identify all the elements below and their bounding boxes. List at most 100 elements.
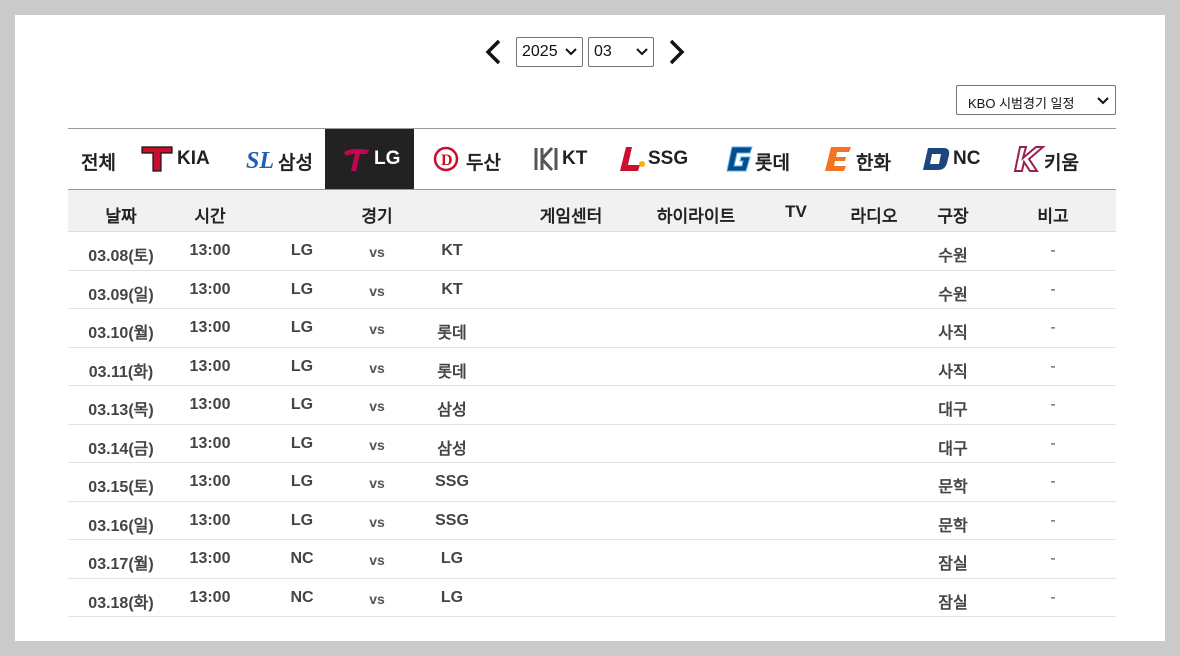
home-team: SSG: [435, 511, 469, 529]
game-date: 03.18(화): [88, 594, 154, 612]
header-stadium: 구장: [937, 207, 969, 226]
team-tab-label: 키움: [1044, 153, 1079, 174]
team-tab-label: 삼성: [278, 153, 313, 174]
stadium-name: 잠실: [938, 594, 968, 612]
stadium-name: 대구: [938, 402, 968, 419]
team-tab-label: 전체: [81, 153, 116, 174]
team-tab-doosan[interactable]: D 두산: [424, 129, 512, 189]
chevron-down-icon: [636, 48, 648, 56]
stadium-name: 문학: [938, 517, 968, 535]
versus-label: vs: [369, 513, 385, 530]
header-radio: 라디오: [850, 207, 898, 226]
team-tab-kia[interactable]: KIA: [130, 129, 218, 189]
nc-dinos-logo-icon: [923, 148, 950, 170]
kia-tigers-logo-icon: [141, 146, 173, 172]
table-row: 03.08(토) 13:00 LG vs KT 수원 -: [68, 232, 1116, 271]
hanwha-eagles-logo-icon: [825, 147, 851, 171]
away-team: LG: [290, 473, 314, 490]
game-date: 03.11(화): [88, 363, 154, 381]
team-tab-hanwha[interactable]: 한화: [814, 129, 902, 189]
home-team: 롯데: [437, 325, 467, 342]
versus-label: vs: [369, 475, 385, 491]
table-row: 03.18(화) 13:00 NC vs LG 잠실 -: [68, 579, 1116, 617]
game-time: 13:00: [189, 242, 231, 259]
home-team: 삼성: [437, 440, 467, 458]
away-team: LG: [290, 357, 314, 375]
game-date: 03.13(목): [88, 402, 154, 419]
note-value: -: [1050, 434, 1056, 452]
team-tab-label: LG: [374, 148, 401, 169]
note-value: -: [1050, 319, 1056, 336]
versus-label: vs: [369, 552, 385, 568]
table-row: 03.11(화) 13:00 LG vs 롯데 사직 -: [68, 348, 1116, 386]
next-month-button[interactable]: [665, 39, 687, 65]
note-value: -: [1050, 588, 1056, 606]
month-value: 03: [594, 43, 612, 60]
table-row: 03.09(일) 13:00 LG vs KT 수원 -: [68, 271, 1116, 309]
chevron-down-icon: [565, 48, 577, 56]
game-time: 13:00: [189, 473, 231, 490]
versus-label: vs: [369, 590, 385, 607]
schedule-type-select[interactable]: KBO 시범경기 일정: [956, 85, 1116, 115]
team-tab-lotte[interactable]: 롯데: [714, 129, 802, 189]
away-team: LG: [290, 434, 314, 452]
game-date: 03.15(토): [88, 479, 154, 496]
home-team: KT: [441, 280, 463, 298]
game-date: 03.17(월): [88, 556, 154, 573]
stadium-name: 사직: [938, 325, 968, 342]
away-team: LG: [290, 242, 314, 259]
game-date: 03.10(월): [88, 325, 154, 342]
away-team: LG: [290, 511, 314, 529]
table-body: 03.08(토) 13:00 LG vs KT 수원 - 03.09(일) 13:00 LG vs K…: [68, 232, 1116, 617]
home-team: SSG: [435, 473, 469, 490]
team-tab-kt[interactable]: KT: [524, 129, 604, 189]
header-game-center: 게임센터: [539, 207, 603, 226]
stadium-name: 대구: [938, 440, 968, 458]
table-row: 03.10(월) 13:00 LG vs 롯데 사직 -: [68, 309, 1116, 348]
table-row: 03.15(토) 13:00 LG vs SSG 문학 -: [68, 463, 1116, 502]
team-tab-samsung[interactable]: SL 삼성: [238, 129, 326, 189]
header-date: 날짜: [105, 207, 137, 226]
away-team: LG: [290, 396, 314, 413]
stadium-name: 사직: [938, 363, 968, 381]
schedule-table: 날짜 시간 경기 게임센터 하이라이트 TV 라디오 구장 비고 03.08(토…: [68, 190, 1116, 617]
note-value: -: [1050, 280, 1056, 298]
schedule-type-value: KBO 시범경기 일정: [968, 96, 1075, 111]
team-tab-kiwoom[interactable]: 키움: [1004, 129, 1092, 189]
samsung-lions-logo-icon: SL: [246, 148, 274, 174]
header-time: 시간: [194, 207, 226, 226]
away-team: LG: [290, 319, 314, 336]
game-date: 03.09(일): [88, 286, 154, 304]
team-tab-label: 한화: [856, 153, 891, 174]
prev-month-button[interactable]: [483, 39, 505, 65]
team-tab-all[interactable]: 전체: [68, 129, 128, 189]
month-select[interactable]: 03: [588, 37, 654, 67]
team-tab-lg[interactable]: LG: [325, 129, 414, 189]
team-tab-label: 두산: [466, 153, 501, 174]
game-time: 13:00: [189, 396, 231, 413]
game-time: 13:00: [189, 357, 231, 375]
game-date: 03.16(일): [88, 517, 154, 535]
note-value: -: [1050, 550, 1056, 567]
header-tv: TV: [785, 202, 807, 221]
versus-label: vs: [369, 436, 385, 453]
doosan-bears-logo-icon: D: [433, 146, 459, 172]
team-tab-ssg[interactable]: SSG: [614, 129, 704, 189]
away-team: NC: [290, 588, 314, 606]
team-tab-label: NC: [953, 148, 981, 169]
header-note: 비고: [1037, 207, 1069, 226]
chevron-right-icon: [669, 39, 685, 65]
svg-text:D: D: [441, 152, 453, 169]
header-highlight: 하이라이트: [656, 207, 736, 226]
chevron-down-icon: [1097, 97, 1109, 105]
home-team: 삼성: [437, 402, 467, 419]
note-value: -: [1050, 242, 1056, 259]
game-time: 13:00: [189, 550, 231, 567]
game-date: 03.14(금): [88, 440, 154, 458]
versus-label: vs: [369, 244, 385, 260]
year-select[interactable]: 2025: [516, 37, 583, 67]
team-tab-nc[interactable]: NC: [914, 129, 994, 189]
kiwoom-heroes-logo-icon: [1013, 146, 1046, 172]
stadium-name: 수원: [938, 248, 968, 265]
home-team: LG: [440, 588, 464, 606]
